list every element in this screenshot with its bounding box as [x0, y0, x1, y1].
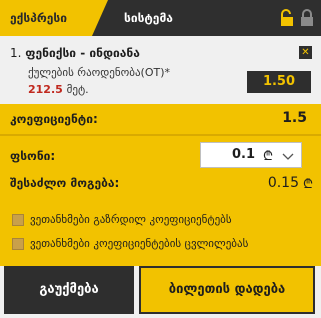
lari-icon: ₾ [262, 149, 273, 164]
bet-selection: 1. ფენიქსი - ინდიანა ქულების რაოდენობა(O… [0, 36, 321, 104]
selection-title: 1. ფენიქსი - ინდიანა [10, 46, 140, 60]
accept-odds-change-label[interactable]: ვეთანხმები კოეფიციენტების ცვლილებას [30, 237, 248, 250]
chevron-down-icon[interactable] [281, 148, 295, 162]
stake-label: ფსონი: [10, 149, 56, 163]
bet-type-tabs: ექსპრესი სისტემა [0, 0, 321, 36]
close-icon[interactable]: ✕ [299, 46, 312, 59]
bet-slip: ექსპრესი სისტემა 1. ფენიქსი - ინდიანა ქუ… [0, 0, 321, 318]
stake-input[interactable]: 0.1 ₾ [200, 142, 302, 168]
tab-express-label: ექსპრესი [10, 11, 67, 25]
accept-higher-odds-label[interactable]: ვეთანხმები გაზრდილ კოეფიციენტებს [30, 213, 232, 226]
cancel-button[interactable]: გაუქმება [4, 266, 134, 314]
possible-win-value: 0.15 [267, 175, 299, 191]
coefficient-value: 1.5 [282, 110, 307, 126]
tab-system[interactable]: სისტემა [124, 0, 173, 36]
bet-summary: კოეფიციენტი: 1.5 ფსონი: 0.1 ₾ შესაძლო მო… [0, 104, 321, 266]
stake-value[interactable]: 0.1 [232, 147, 255, 162]
selection-match: ფენიქსი - ინდიანა [25, 46, 140, 60]
place-bet-button[interactable]: ბილეთის დადება [139, 266, 315, 314]
selection-line-value: 212.5 [28, 83, 63, 96]
lock-icon[interactable] [299, 9, 315, 27]
unlock-icon[interactable] [279, 9, 295, 27]
selection-line: 212.5 მეტ. [28, 83, 89, 96]
coefficient-label: კოეფიციენტი: [10, 112, 98, 126]
accept-odds-change-checkbox[interactable] [12, 238, 24, 250]
tab-express[interactable]: ექსპრესი [0, 0, 108, 36]
selection-index: 1. [10, 46, 22, 60]
selection-line-unit: მეტ. [66, 83, 89, 96]
lari-icon: ₾ [302, 177, 313, 192]
selection-odds: 1.50 [247, 71, 311, 93]
accept-higher-odds-checkbox[interactable] [12, 214, 24, 226]
possible-win-label: შესაძლო მოგება: [10, 176, 120, 190]
divider [0, 134, 321, 136]
selection-market: ქულების რაოდენობა(OT)* [28, 66, 171, 79]
